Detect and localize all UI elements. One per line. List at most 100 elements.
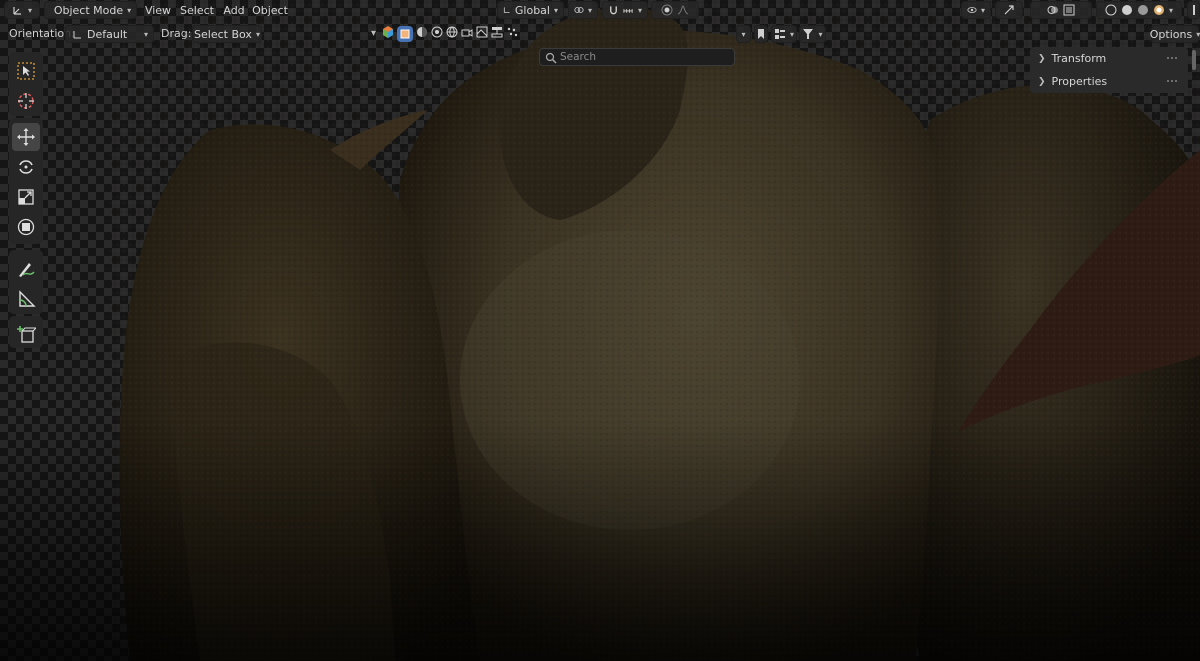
chevron-down-icon: ▾ <box>553 5 558 15</box>
search-icon <box>545 52 557 64</box>
select-box-icon <box>17 62 35 80</box>
drag-grip-icon[interactable] <box>1166 79 1178 83</box>
object-type-filters <box>382 26 518 42</box>
tool-settings-bar: Orientation: Default ▾ Drag: Select Box … <box>0 23 1200 66</box>
tool-select-box[interactable] <box>12 57 40 85</box>
chevron-right-icon: ❯ <box>1038 53 1046 64</box>
texture-icon[interactable] <box>476 26 488 38</box>
chevron-down-icon: ▾ <box>980 5 985 15</box>
orientation-select[interactable]: Default ▾ <box>65 25 154 43</box>
panel-transform[interactable]: ❯ Transform <box>1030 47 1188 70</box>
gizmo-icon <box>1004 5 1014 15</box>
chevron-down-icon: ▾ <box>741 29 746 39</box>
chevron-down-icon: ▾ <box>143 29 148 39</box>
gizmo-toggle[interactable] <box>995 1 1023 19</box>
menu-object-label: Object <box>252 3 288 17</box>
chevron-down-icon: ▾ <box>127 5 132 15</box>
light-icon[interactable] <box>416 26 428 38</box>
node-tree-icon[interactable] <box>491 26 503 38</box>
cursor-icon <box>18 93 34 109</box>
chevron-down-icon: ▾ <box>1196 29 1200 39</box>
options-label: Options <box>1149 27 1193 41</box>
viewport-render[interactable] <box>0 0 1200 661</box>
tool-scale[interactable] <box>12 183 40 211</box>
proportional-editing-toggle[interactable] <box>651 1 699 19</box>
drag-value: Select Box <box>194 27 252 41</box>
material-ball-icon[interactable] <box>431 26 443 38</box>
tool-move[interactable] <box>12 123 40 151</box>
camera-icon[interactable] <box>461 26 473 38</box>
bookmark-button[interactable] <box>754 25 768 43</box>
bookmark-icon <box>758 29 764 39</box>
menu-select-label: Select <box>180 3 214 17</box>
sidebar-toggle-icon <box>1192 5 1195 15</box>
tool-add-cube[interactable] <box>12 321 40 349</box>
orientation-icon <box>73 31 81 39</box>
chevron-down-icon: ▾ <box>587 5 592 15</box>
drag-select[interactable]: Select Box ▾ <box>192 25 262 43</box>
pivot-point-select[interactable]: ▾ <box>568 1 598 19</box>
display-mode-select[interactable]: ▾ <box>771 25 797 43</box>
solid-shading-icon <box>1121 5 1132 15</box>
visibility-select[interactable]: ▾ <box>961 1 991 19</box>
eye-icon <box>967 7 977 13</box>
xray-icon <box>1063 4 1075 16</box>
global-axes-icon <box>503 7 510 14</box>
sidebar-scrollbar[interactable] <box>1192 50 1196 70</box>
sidebar-panel: ❯ Transform ❯ Properties <box>1030 47 1188 93</box>
falloff-curve-icon <box>677 5 689 15</box>
mode-select[interactable]: Object Mode ▾ <box>44 1 137 19</box>
sidebar-toggle[interactable] <box>1187 1 1200 19</box>
magnet-icon <box>610 6 617 15</box>
drag-grip-icon[interactable] <box>1166 56 1178 60</box>
toolbar-group-add <box>9 316 43 348</box>
proportional-icon <box>661 4 673 16</box>
color-cube-icon[interactable] <box>382 26 394 38</box>
chevron-down-icon: ▾ <box>818 29 823 39</box>
particles-icon[interactable] <box>506 26 518 38</box>
menu-object[interactable]: Object <box>251 1 289 19</box>
panel-properties[interactable]: ❯ Properties <box>1030 70 1188 93</box>
search-options-button[interactable]: ▾ <box>736 25 751 43</box>
drag-label: Drag: <box>161 27 192 40</box>
panel-properties-label: Properties <box>1051 75 1108 88</box>
chevron-down-icon: ▾ <box>637 5 642 15</box>
tool-cursor[interactable] <box>12 87 40 115</box>
menu-add[interactable]: Add <box>220 1 248 19</box>
editor-type-button[interactable]: ▾ <box>4 1 40 19</box>
chevron-right-icon: ❯ <box>1038 76 1046 87</box>
overlays-toggle[interactable] <box>1030 1 1092 19</box>
filter-select[interactable]: ▾ <box>799 25 826 43</box>
tool-transform[interactable] <box>12 213 40 241</box>
transform-orientation-label: Global <box>514 3 550 17</box>
filter-collapse-icon[interactable]: ▾ <box>371 28 376 39</box>
annotate-icon <box>19 263 35 277</box>
menu-add-label: Add <box>223 3 245 17</box>
panel-transform-label: Transform <box>1051 52 1107 65</box>
model-render <box>0 0 1200 661</box>
add-cube-icon <box>17 326 36 343</box>
viewport-header: ▾ Object Mode ▾ View Select Add Object G… <box>0 0 1200 22</box>
mesh-filter-button[interactable] <box>397 26 413 42</box>
tool-rotate[interactable] <box>12 153 40 181</box>
world-icon[interactable] <box>446 26 458 38</box>
search-input[interactable]: Search <box>539 48 735 66</box>
wireframe-shading-icon <box>1105 4 1117 16</box>
chevron-down-icon: ▾ <box>255 29 260 39</box>
menu-view[interactable]: View <box>142 1 174 19</box>
tool-measure[interactable] <box>12 285 40 313</box>
tool-annotate[interactable] <box>12 255 40 283</box>
toolbar-group-select <box>9 52 43 116</box>
shading-mode-select[interactable]: ▾ <box>1096 1 1182 19</box>
snap-toggle[interactable]: ▾ <box>602 1 648 19</box>
rotate-icon <box>19 160 33 174</box>
transform-icon <box>17 218 35 236</box>
search-placeholder: Search <box>560 51 597 63</box>
options-button[interactable]: Options ▾ <box>1149 25 1200 43</box>
chevron-down-icon: ▾ <box>1168 5 1173 15</box>
transform-orientation-select[interactable]: Global ▾ <box>497 1 564 19</box>
move-icon <box>17 128 35 146</box>
snap-increment-icon <box>623 9 633 13</box>
menu-select[interactable]: Select <box>177 1 217 19</box>
filter-funnel-icon <box>803 29 814 39</box>
